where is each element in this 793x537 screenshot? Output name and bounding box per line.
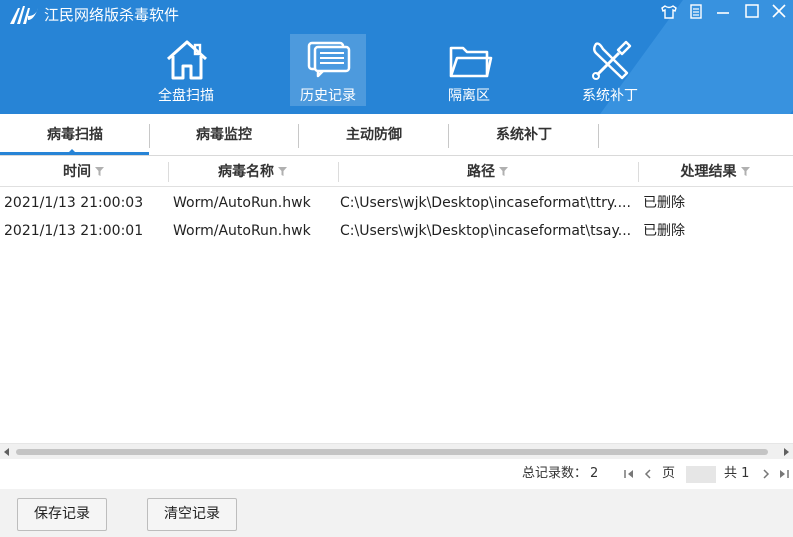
tab-divider [598, 124, 599, 148]
main-nav: 全盘扫描 历史记录 隔离区 系统补丁 [0, 30, 793, 114]
menu-button[interactable] [685, 2, 707, 22]
clear-records-button[interactable]: 清空记录 [147, 498, 237, 531]
maximize-icon [745, 4, 759, 18]
tab-active-defense[interactable]: 主动防御 [299, 122, 449, 148]
shirt-icon [661, 5, 677, 19]
table-header: 时间 病毒名称 路径 处理结果 [0, 157, 793, 187]
chevron-right-icon [763, 469, 770, 479]
next-page-button[interactable] [759, 467, 773, 481]
nav-label: 全盘扫描 [158, 88, 214, 104]
tools-icon [592, 40, 632, 80]
maximize-button[interactable] [741, 2, 763, 22]
cell-virus-name: Worm/AutoRun.hwk [173, 223, 311, 239]
nav-item-quarantine[interactable]: 隔离区 [431, 34, 507, 106]
column-label: 路径 [467, 164, 495, 180]
total-records-value: 2 [590, 466, 599, 481]
cell-virus-name: Worm/AutoRun.hwk [173, 195, 311, 211]
filter-icon[interactable] [740, 166, 751, 177]
total-records-label: 总记录数： [522, 466, 588, 481]
scroll-right-icon[interactable] [784, 448, 789, 456]
active-tab-caret [67, 149, 77, 154]
cell-time: 2021/1/13 21:00:03 [4, 195, 144, 211]
app-logo-icon [10, 6, 38, 24]
window-title: 江民网络版杀毒软件 [44, 6, 180, 24]
header-band: 江民网络版杀毒软件 全盘扫描 历史记录 隔离区 系统补丁 [0, 0, 793, 114]
close-icon [772, 4, 786, 18]
folder-icon [449, 46, 493, 78]
table-row[interactable]: 2021/1/13 21:00:03 Worm/AutoRun.hwk C:\U… [0, 189, 793, 217]
cell-path: C:\Users\wjk\Desktop\incaseformat\ttry..… [340, 195, 631, 211]
table-row[interactable]: 2021/1/13 21:00:01 Worm/AutoRun.hwk C:\U… [0, 217, 793, 245]
nav-item-system-patch[interactable]: 系统补丁 [572, 34, 648, 106]
home-icon [166, 40, 208, 80]
nav-item-full-scan[interactable]: 全盘扫描 [148, 34, 224, 106]
cell-result: 已删除 [643, 195, 685, 211]
skin-button[interactable] [658, 2, 680, 22]
filter-icon[interactable] [277, 166, 288, 177]
scrollbar-thumb[interactable] [16, 449, 768, 455]
nav-label: 系统补丁 [582, 88, 638, 104]
nav-item-history[interactable]: 历史记录 [290, 34, 366, 106]
app-window: 江民网络版杀毒软件 全盘扫描 历史记录 隔离区 系统补丁 病毒扫描 病毒监控 主… [0, 0, 793, 537]
minimize-button[interactable] [712, 2, 734, 22]
save-records-button[interactable]: 保存记录 [17, 498, 107, 531]
scroll-left-icon[interactable] [4, 448, 9, 456]
nav-label: 隔离区 [448, 88, 490, 104]
column-label: 时间 [63, 164, 91, 180]
tab-virus-monitor[interactable]: 病毒监控 [149, 122, 299, 148]
cell-result: 已删除 [643, 223, 685, 239]
column-header-virus-name[interactable]: 病毒名称 [168, 157, 338, 187]
prev-page-button[interactable] [641, 467, 655, 481]
cell-time: 2021/1/13 21:00:01 [4, 223, 144, 239]
cell-path: C:\Users\wjk\Desktop\incaseformat\tsay..… [340, 223, 632, 239]
column-header-result[interactable]: 处理结果 [638, 157, 793, 187]
filter-icon[interactable] [498, 166, 509, 177]
total-pages-label: 共 1 [724, 466, 750, 481]
minimize-icon [717, 12, 729, 14]
page-number-input[interactable] [686, 466, 716, 483]
last-page-icon [780, 470, 789, 478]
first-page-icon [624, 470, 633, 478]
column-label: 病毒名称 [218, 164, 274, 180]
tab-virus-scan[interactable]: 病毒扫描 [0, 122, 150, 148]
page-label: 页 [662, 466, 676, 481]
chevron-left-icon [644, 469, 651, 479]
table-body: 2021/1/13 21:00:03 Worm/AutoRun.hwk C:\U… [0, 188, 793, 443]
nav-label: 历史记录 [300, 88, 356, 104]
tab-system-patch[interactable]: 系统补丁 [449, 122, 599, 148]
column-label: 处理结果 [680, 164, 737, 180]
bottom-toolbar: 保存记录 清空记录 [0, 489, 793, 537]
column-header-path[interactable]: 路径 [338, 157, 638, 187]
pagination-bar: 总记录数： 2 页 共 1 [0, 459, 793, 489]
horizontal-scrollbar[interactable] [0, 443, 793, 459]
title-bar[interactable]: 江民网络版杀毒软件 [0, 0, 793, 30]
last-page-button[interactable] [777, 467, 791, 481]
menu-doc-icon [690, 4, 702, 19]
close-button[interactable] [768, 2, 790, 22]
column-header-time[interactable]: 时间 [0, 157, 168, 187]
tab-bar: 病毒扫描 病毒监控 主动防御 系统补丁 [0, 114, 793, 156]
filter-icon[interactable] [94, 166, 105, 177]
history-icon [307, 41, 351, 78]
first-page-button[interactable] [622, 467, 636, 481]
